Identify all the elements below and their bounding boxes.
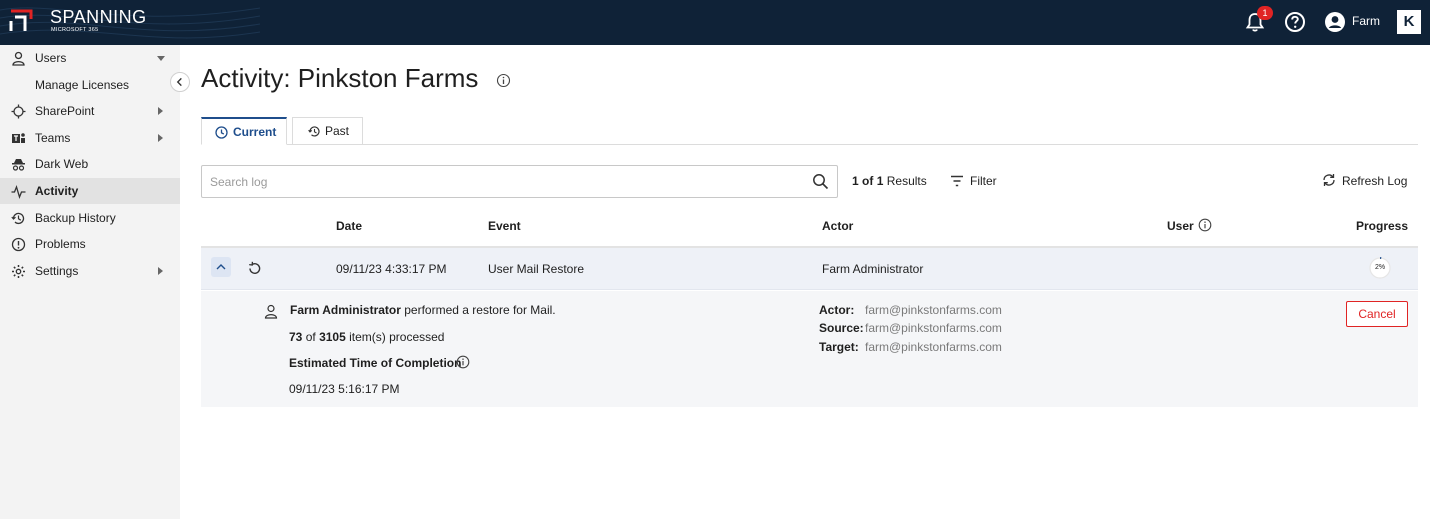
search-input[interactable] bbox=[210, 174, 800, 190]
info-icon[interactable] bbox=[1198, 218, 1212, 232]
sidebar-item-label: Users bbox=[35, 51, 67, 65]
filter-icon bbox=[951, 175, 963, 187]
help-icon[interactable] bbox=[1284, 11, 1306, 33]
gear-icon bbox=[12, 265, 25, 278]
sidebar-item-label: Backup History bbox=[35, 211, 116, 225]
spanning-logo-icon bbox=[9, 9, 33, 31]
history-icon bbox=[11, 212, 25, 225]
detail-items-label: item(s) processed bbox=[349, 330, 445, 344]
sidebar-item-teams[interactable]: Teams bbox=[0, 125, 180, 151]
detail-processed-count: 73 bbox=[289, 330, 303, 344]
alert-circle-icon bbox=[11, 237, 26, 252]
detail-actor-name: Farm Administrator bbox=[290, 303, 401, 317]
info-icon[interactable] bbox=[456, 355, 470, 369]
eta-label-text: Estimated Time of Completion bbox=[289, 356, 462, 370]
dark-web-spy-icon bbox=[12, 159, 25, 171]
detail-source-value: farm@pinkstonfarms.com bbox=[865, 321, 1002, 335]
cancel-button[interactable]: Cancel bbox=[1346, 301, 1408, 327]
collapse-sidebar-button[interactable] bbox=[170, 72, 190, 92]
chevron-right-icon bbox=[158, 267, 163, 275]
top-bar: SPANNING MICROSOFT 365 1 Farm K bbox=[0, 0, 1430, 45]
detail-processed: 73 of 3105 item(s) processed bbox=[289, 330, 444, 344]
sidebar-item-settings[interactable]: Settings bbox=[0, 258, 180, 284]
sidebar: Users Manage Licenses SharePoint Teams D… bbox=[0, 45, 180, 519]
detail-total-count: 3105 bbox=[319, 330, 346, 344]
search-icon[interactable] bbox=[812, 173, 829, 190]
page-title: Activity: Pinkston Farms bbox=[201, 63, 479, 93]
vendor-logo-button[interactable]: K bbox=[1397, 10, 1421, 34]
collapse-row-chevron-up-icon[interactable] bbox=[211, 257, 231, 277]
detail-eta-value: 09/11/23 5:16:17 PM bbox=[289, 382, 400, 396]
clock-icon bbox=[215, 126, 228, 139]
chevron-down-icon bbox=[157, 56, 165, 61]
sidebar-item-users[interactable]: Users bbox=[0, 45, 180, 71]
brand-product: MICROSOFT 365 bbox=[51, 27, 99, 33]
sharepoint-icon bbox=[11, 104, 26, 119]
teams-icon bbox=[12, 133, 25, 143]
sidebar-item-backup-history[interactable]: Backup History bbox=[0, 205, 180, 231]
column-header-progress[interactable]: Progress bbox=[1356, 219, 1408, 233]
detail-summary-text: performed a restore for Mail. bbox=[404, 303, 556, 317]
tabs-divider bbox=[201, 144, 1418, 145]
sidebar-item-activity[interactable]: Activity bbox=[0, 178, 180, 204]
sidebar-item-manage-licenses[interactable]: Manage Licenses bbox=[0, 72, 180, 98]
column-header-actor[interactable]: Actor bbox=[822, 219, 853, 233]
sidebar-item-label: Settings bbox=[35, 264, 79, 278]
brand-name: SPANNING bbox=[50, 7, 147, 27]
tab-label: Past bbox=[325, 124, 350, 138]
detail-target-value: farm@pinkstonfarms.com bbox=[865, 340, 1002, 354]
user-avatar-icon[interactable] bbox=[1324, 11, 1346, 33]
progress-label: 2% bbox=[1374, 264, 1386, 271]
detail-actor-value: farm@pinkstonfarms.com bbox=[865, 303, 1002, 317]
user-icon bbox=[12, 51, 25, 66]
row-date: 09/11/23 4:33:17 PM bbox=[336, 262, 447, 276]
results-current: 1 bbox=[852, 174, 859, 188]
refresh-icon bbox=[1323, 174, 1335, 186]
filter-label: Filter bbox=[970, 174, 997, 188]
sidebar-item-label: SharePoint bbox=[35, 104, 95, 118]
refresh-label: Refresh Log bbox=[1342, 174, 1408, 188]
detail-actor-key: Actor: bbox=[819, 303, 855, 317]
tab-past[interactable]: Past bbox=[292, 117, 363, 145]
search-box bbox=[201, 165, 838, 198]
detail-eta-label: Estimated Time of Completion bbox=[289, 356, 461, 370]
user-menu-name[interactable]: Farm bbox=[1352, 14, 1380, 28]
results-of: of bbox=[862, 174, 874, 188]
sidebar-item-problems[interactable]: Problems bbox=[0, 231, 180, 257]
tab-label: Current bbox=[233, 125, 277, 139]
info-icon[interactable] bbox=[496, 73, 511, 88]
activity-pulse-icon bbox=[11, 185, 26, 199]
detail-source-key: Source: bbox=[819, 321, 864, 335]
detail-target-key: Target: bbox=[819, 340, 859, 354]
restore-undo-icon[interactable] bbox=[247, 261, 262, 276]
notification-count-badge: 1 bbox=[1257, 6, 1273, 20]
chevron-right-icon bbox=[158, 134, 163, 142]
sidebar-item-label: Teams bbox=[35, 131, 71, 145]
results-label: Results bbox=[886, 174, 927, 188]
results-count: 1 of 1 Results bbox=[852, 174, 927, 188]
sidebar-item-label: Activity bbox=[35, 184, 79, 198]
detail-processed-of: of bbox=[305, 330, 316, 344]
row-event: User Mail Restore bbox=[488, 262, 585, 276]
history-icon bbox=[308, 126, 320, 137]
sidebar-item-dark-web[interactable]: Dark Web bbox=[0, 151, 180, 177]
sidebar-item-label: Manage Licenses bbox=[35, 78, 130, 92]
row-actor: Farm Administrator bbox=[822, 262, 924, 276]
column-header-event[interactable]: Event bbox=[488, 219, 521, 233]
results-total: 1 bbox=[876, 174, 884, 188]
refresh-log-button[interactable]: Refresh Log bbox=[1322, 172, 1412, 190]
chevron-right-icon bbox=[158, 107, 163, 115]
column-header-date[interactable]: Date bbox=[336, 219, 362, 233]
detail-summary: Farm Administrator performed a restore f… bbox=[290, 303, 556, 317]
person-icon bbox=[264, 304, 278, 319]
column-header-user[interactable]: User bbox=[1167, 219, 1194, 233]
tab-current[interactable]: Current bbox=[201, 117, 287, 145]
sidebar-item-sharepoint[interactable]: SharePoint bbox=[0, 98, 180, 124]
sidebar-item-label: Dark Web bbox=[35, 157, 89, 171]
sidebar-item-label: Problems bbox=[35, 237, 86, 251]
